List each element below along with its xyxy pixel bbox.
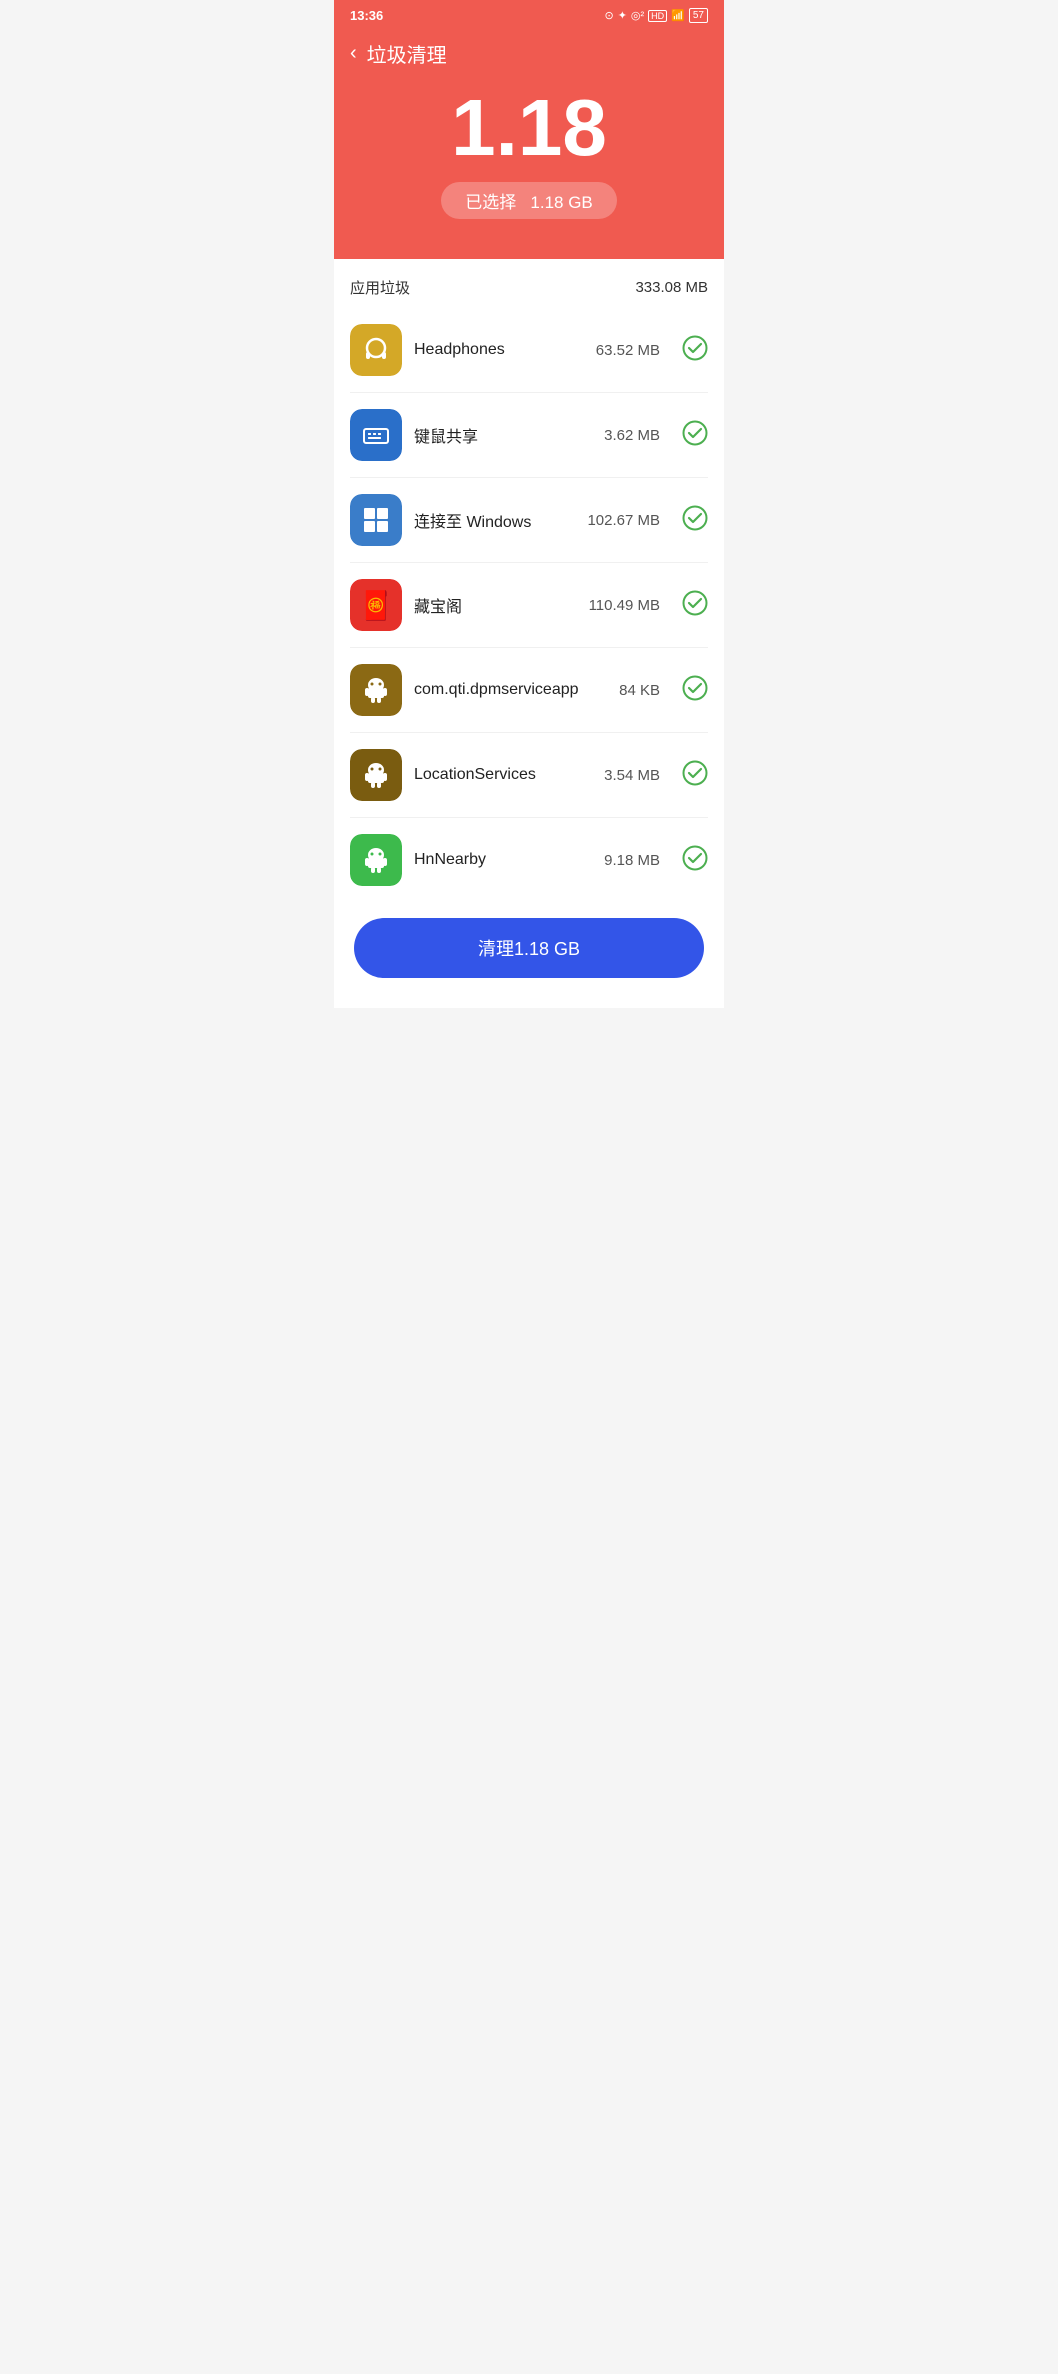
app-size: 102.67 MB — [587, 512, 660, 529]
app-name: Headphones — [414, 341, 584, 359]
check-icon[interactable] — [682, 675, 708, 706]
hero-badge-size: 1.18 GB — [530, 193, 592, 212]
app-name: 键鼠共享 — [414, 423, 592, 447]
list-item[interactable]: 🧧 藏宝阁 110.49 MB — [350, 563, 708, 648]
list-item[interactable]: LocationServices 3.54 MB — [350, 733, 708, 818]
app-name: com.qti.dpmserviceapp — [414, 681, 607, 699]
hero-badge-label: 已选择 — [465, 193, 516, 212]
app-size: 110.49 MB — [589, 597, 660, 614]
app-icon-windows — [350, 494, 402, 546]
list-item[interactable]: 键鼠共享 3.62 MB — [350, 393, 708, 478]
battery-icon: 57 — [689, 8, 708, 23]
page-header: ‹ 垃圾清理 — [334, 29, 724, 68]
bottom-area: 清理1.18 GB — [334, 902, 724, 1008]
check-icon[interactable] — [682, 420, 708, 451]
wifi-icon: ◎² — [631, 9, 644, 22]
app-icon-treasure: 🧧 — [350, 579, 402, 631]
hero-section: 1.18 已选择 1.18 GB — [334, 68, 724, 259]
list-item[interactable]: com.qti.dpmserviceapp 84 KB — [350, 648, 708, 733]
back-button[interactable]: ‹ — [350, 42, 357, 65]
section-total-size: 333.08 MB — [635, 279, 708, 296]
nfc-icon: ⊙ — [604, 9, 613, 22]
bluetooth-icon: ✦ — [618, 9, 627, 22]
list-item[interactable]: HnNearby 9.18 MB — [350, 818, 708, 902]
status-bar: 13:36 ⊙ ✦ ◎² HD 📶 57 — [334, 0, 724, 29]
app-size: 3.54 MB — [604, 767, 660, 784]
app-icon-keyboard — [350, 409, 402, 461]
check-icon[interactable] — [682, 760, 708, 791]
app-icon-headphones — [350, 324, 402, 376]
page-title: 垃圾清理 — [367, 39, 447, 68]
section-title: 应用垃圾 — [350, 277, 410, 298]
app-size: 9.18 MB — [604, 852, 660, 869]
app-size: 3.62 MB — [604, 427, 660, 444]
hero-badge: 已选择 1.18 GB — [441, 182, 617, 219]
check-icon[interactable] — [682, 505, 708, 536]
hero-number: 1.18 — [350, 88, 708, 168]
app-name: HnNearby — [414, 851, 592, 869]
content-area: 应用垃圾 333.08 MB Headphones 63.52 MB — [334, 259, 724, 902]
app-icon-android-brown2 — [350, 749, 402, 801]
app-icon-android-brown — [350, 664, 402, 716]
app-name: 连接至 Windows — [414, 508, 575, 532]
signal-icon: 📶 — [671, 9, 685, 22]
app-icon-android-green — [350, 834, 402, 886]
hd-icon: HD — [648, 10, 667, 22]
clean-button[interactable]: 清理1.18 GB — [354, 918, 704, 978]
check-icon[interactable] — [682, 845, 708, 876]
app-list: Headphones 63.52 MB 键鼠共享 3.62 MB — [350, 308, 708, 902]
app-name: 藏宝阁 — [414, 593, 577, 617]
section-header: 应用垃圾 333.08 MB — [350, 259, 708, 308]
list-item[interactable]: Headphones 63.52 MB — [350, 308, 708, 393]
status-icons: ⊙ ✦ ◎² HD 📶 57 — [604, 8, 708, 23]
app-size: 63.52 MB — [596, 342, 660, 359]
app-size: 84 KB — [619, 682, 660, 699]
app-name: LocationServices — [414, 766, 592, 784]
status-time: 13:36 — [350, 8, 383, 23]
check-icon[interactable] — [682, 335, 708, 366]
check-icon[interactable] — [682, 590, 708, 621]
list-item[interactable]: 连接至 Windows 102.67 MB — [350, 478, 708, 563]
